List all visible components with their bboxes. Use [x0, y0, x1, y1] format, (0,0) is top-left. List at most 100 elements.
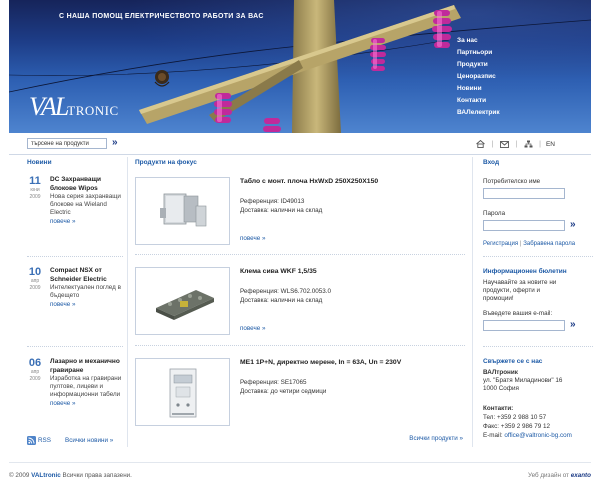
rss-icon[interactable]: [27, 436, 36, 445]
toolbar: » | | | EN: [9, 133, 591, 155]
footer-divider: [9, 462, 591, 463]
address-line-1: ул. "Братя Миладинови" 16: [483, 377, 563, 384]
product-delivery: Доставка: налични на склад: [240, 297, 323, 304]
product-divider: [135, 345, 465, 346]
news-year: 2009: [29, 376, 41, 382]
sidebar-divider: [483, 346, 593, 347]
news-footer: RSS Всички новини »: [27, 436, 122, 445]
product-card: МЕ1 1Р+N, директно мерене, In = 63A, Un …: [135, 358, 463, 430]
designer-link[interactable]: exanto: [571, 472, 591, 479]
logo-text: TRONIC: [67, 103, 119, 118]
home-icon[interactable]: [474, 138, 486, 150]
login-heading: Вход: [483, 159, 500, 166]
company-name: ВАЛтроник: [483, 369, 518, 376]
copyright-year: © 2009: [9, 472, 30, 479]
fax-number: Факс: +359 2 986 79 12: [483, 423, 550, 430]
news-title[interactable]: Лазарно и механично гравиране: [50, 358, 122, 375]
news-more-link[interactable]: повече »: [50, 399, 122, 408]
product-card: Табло с монт. плоча HxWxD 250X250X150 Ре…: [135, 177, 463, 249]
product-more-link[interactable]: повече »: [240, 235, 266, 242]
nav-item-news[interactable]: Новини: [457, 83, 500, 95]
search-go-button[interactable]: »: [112, 137, 118, 149]
nav-item-about[interactable]: За нас: [457, 35, 500, 47]
site-logo[interactable]: VAL TRONIC: [29, 92, 119, 121]
address-line-2: 1000 София: [483, 385, 519, 392]
rss-link[interactable]: RSS: [38, 437, 51, 444]
product-image[interactable]: [135, 267, 230, 335]
news-month: апр: [30, 278, 40, 284]
news-heading: Новини: [27, 159, 52, 166]
product-divider: [135, 254, 465, 255]
product-name[interactable]: Клема сива WKF 1,5/35: [240, 267, 465, 276]
news-day: 11: [29, 175, 41, 187]
product-image[interactable]: [135, 177, 230, 245]
product-delivery: Доставка: налични на склад: [240, 207, 323, 214]
product-image[interactable]: [135, 358, 230, 426]
email-label: E-mail:: [483, 432, 503, 439]
password-label: Парола: [483, 210, 506, 217]
footer: © 2009 VALtronic Всички права запазени. …: [9, 472, 591, 479]
newsletter-email-label: Въведете вашия e-mail:: [483, 310, 553, 317]
news-year: 2009: [29, 285, 41, 291]
register-link[interactable]: Регистрация: [483, 241, 518, 247]
header-banner: С НАША ПОМОЩ ЕЛЕКТРИЧЕСТВОТО РАБОТИ ЗА В…: [9, 0, 591, 133]
nav-item-valelectric[interactable]: ВАЛелектрик: [457, 107, 500, 119]
footer-brand-link[interactable]: VALtronic: [31, 472, 61, 479]
news-column: Новини 11 юни 2009 DC Захранващи блокове…: [27, 159, 123, 407]
utility-links: | | | EN: [474, 138, 555, 150]
news-day: 06: [28, 357, 42, 369]
news-date: 10 апр 2009: [27, 267, 43, 292]
news-date: 06 апр 2009: [27, 358, 43, 383]
newsletter-heading: Информационен бюлетин: [483, 268, 567, 275]
password-input[interactable]: [483, 220, 565, 231]
logo-mark: VAL: [29, 92, 69, 121]
nav-item-products[interactable]: Продукти: [457, 59, 500, 71]
language-switch[interactable]: EN: [546, 141, 555, 148]
username-input[interactable]: [483, 188, 565, 199]
sidebar-divider: [483, 256, 593, 257]
sitemap-icon[interactable]: [522, 138, 534, 150]
username-label: Потребителско име: [483, 178, 541, 185]
product-delivery: Доставка: до четири седмици: [240, 388, 327, 395]
divider: |: [539, 140, 541, 148]
news-month: апр: [30, 369, 40, 375]
products-column: Продукти на фокус Табло с монт. плоча Hx…: [135, 159, 465, 442]
product-more-link[interactable]: повече »: [240, 325, 266, 332]
main-nav: За нас Партньори Продукти Ценоразпис Нов…: [457, 35, 500, 119]
newsletter-subscribe-button[interactable]: »: [570, 319, 576, 330]
news-date: 11 юни 2009: [27, 176, 43, 201]
search-input[interactable]: [27, 138, 107, 149]
sidebar: Вход Потребителско име Парола » Регистра…: [483, 159, 593, 439]
nav-item-contacts[interactable]: Контакти: [457, 95, 500, 107]
contact-heading: Свържете се с нас: [483, 358, 543, 365]
news-summary: Нова серия захранващи блокове на Wieland…: [50, 193, 121, 216]
news-title[interactable]: DC Захранващи блокове Wipos: [50, 176, 122, 193]
email-link[interactable]: office@valtronic-bg.com: [504, 432, 572, 439]
newsletter-email-input[interactable]: [483, 320, 565, 331]
product-name[interactable]: Табло с монт. плоча HxWxD 250X250X150: [240, 177, 465, 186]
news-title[interactable]: Compact NSX от Schneider Electric: [50, 267, 122, 284]
login-button[interactable]: »: [570, 219, 576, 230]
news-more-link[interactable]: повече »: [50, 217, 122, 226]
product-card: Клема сива WKF 1,5/35 Референция: WLS6.7…: [135, 267, 463, 339]
newsletter-text: Научавайте за новите ни продукти, оферти…: [483, 279, 557, 302]
product-reference: Референция: SE17065: [240, 379, 307, 386]
news-year: 2009: [29, 194, 41, 200]
product-reference: Референция: WLS6.702.0053.0: [240, 288, 332, 295]
all-news-link[interactable]: Всички новини »: [65, 437, 113, 444]
news-more-link[interactable]: повече »: [50, 300, 122, 309]
news-month: юни: [30, 187, 40, 193]
forgot-password-link[interactable]: Забравена парола: [523, 241, 575, 247]
nav-item-pricelist[interactable]: Ценоразпис: [457, 71, 500, 83]
news-summary: Интелектуален поглед в бъдещето: [50, 284, 121, 299]
divider: |: [491, 140, 494, 148]
header-tagline: С НАША ПОМОЩ ЕЛЕКТРИЧЕСТВОТО РАБОТИ ЗА В…: [59, 13, 264, 20]
product-reference: Референция: ID49013: [240, 198, 305, 205]
nav-item-partners[interactable]: Партньори: [457, 47, 500, 59]
all-products-link[interactable]: Всички продукти »: [409, 435, 463, 442]
mail-icon[interactable]: [498, 138, 510, 150]
products-heading: Продукти на фокус: [135, 159, 197, 166]
rights-text: Всички права запазени.: [62, 472, 132, 479]
product-name[interactable]: МЕ1 1Р+N, директно мерене, In = 63A, Un …: [240, 358, 465, 367]
news-summary: Изработка на гравирани пултове, лицеви и…: [50, 375, 122, 398]
